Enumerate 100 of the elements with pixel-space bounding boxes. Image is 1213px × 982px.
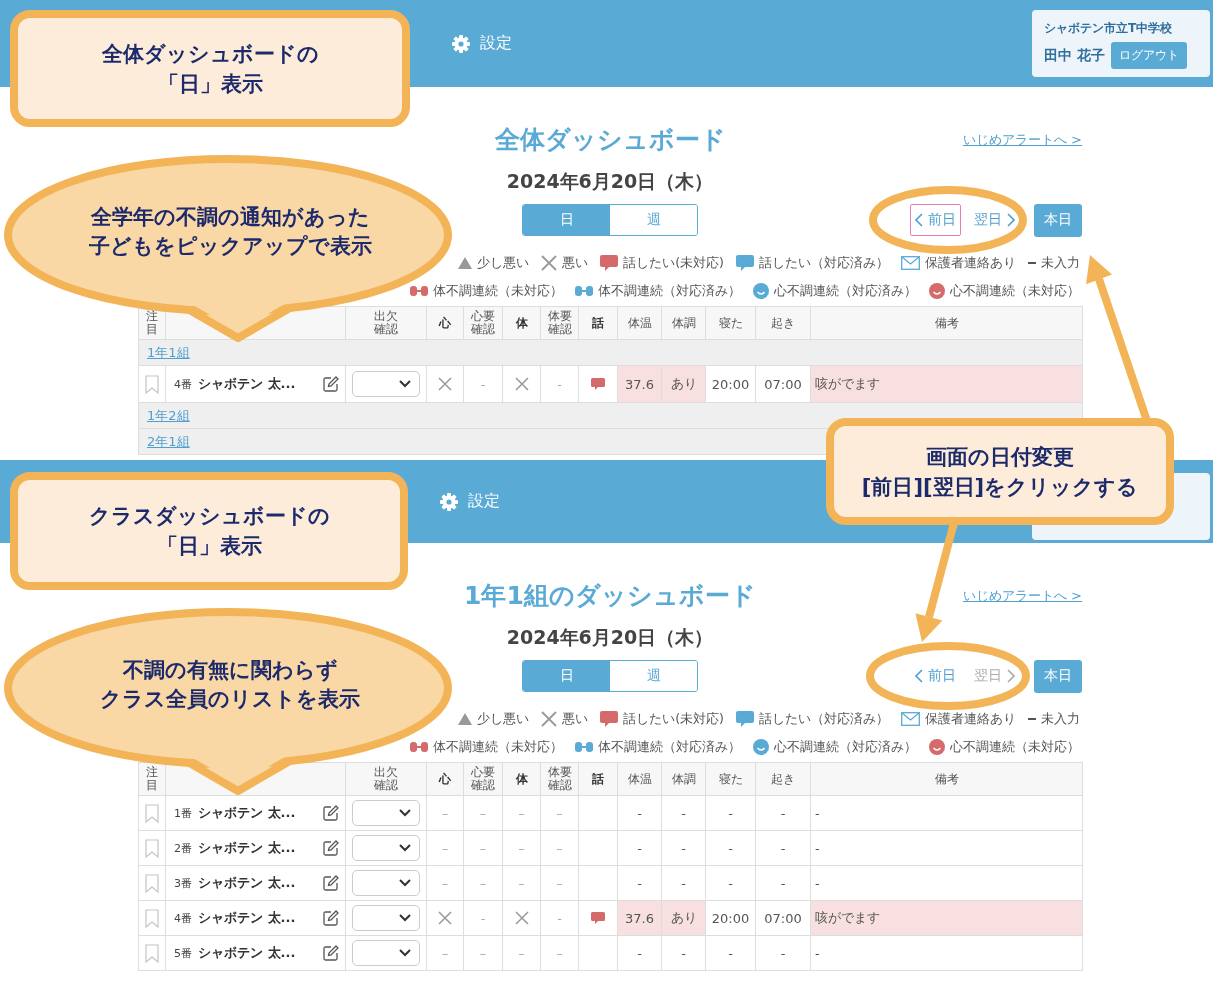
student-name[interactable]: シャボテン 太...: [198, 375, 296, 393]
alert-link[interactable]: いじめアラートへ >: [962, 131, 1082, 149]
gear-icon: [440, 492, 458, 511]
chevron-right-icon: [1007, 213, 1015, 227]
student-name[interactable]: シャボテン 太...: [198, 874, 296, 892]
callout-text: 画面の日付変更: [926, 443, 1074, 471]
callout-text: [前日][翌日]をクリックする: [861, 473, 1139, 501]
chat-icon: [736, 255, 754, 271]
table-cell: –: [426, 830, 464, 866]
table-cell: -: [661, 830, 706, 866]
cross-icon: [514, 377, 529, 391]
bookmark-icon[interactable]: [145, 873, 159, 893]
edit-icon[interactable]: [323, 805, 339, 821]
chat-icon: [591, 378, 605, 390]
column-header: 心: [426, 306, 464, 340]
table-cell: -: [661, 795, 706, 831]
table-cell: –: [463, 935, 503, 971]
class-link[interactable]: 2年1組: [147, 433, 190, 449]
legend-label: 話したい(未対応): [623, 710, 724, 728]
chevron-down-icon: [399, 844, 411, 852]
table-cell: -: [810, 830, 1083, 866]
view-tab[interactable]: 日: [523, 205, 610, 235]
legend-label: 保護者連絡あり: [925, 254, 1016, 272]
today-button[interactable]: 本日: [1034, 659, 1082, 693]
callout-text: 「日」表示: [156, 533, 262, 560]
column-header: 話: [578, 306, 618, 340]
date-heading: 2024年6月20日（木）: [505, 169, 715, 194]
bookmark-icon[interactable]: [145, 374, 159, 394]
table-cell: -: [810, 935, 1083, 971]
edit-icon[interactable]: [323, 840, 339, 856]
legend-label: 体不調連続（対応済み）: [598, 738, 741, 756]
next-day-button[interactable]: 翌日: [969, 204, 1020, 236]
table-cell: -: [755, 795, 811, 831]
previous-day-button[interactable]: 前日: [910, 204, 961, 236]
cross-icon: [541, 255, 558, 271]
edit-icon[interactable]: [323, 875, 339, 891]
column-header: 体温: [617, 306, 662, 340]
table-cell: –: [426, 865, 464, 901]
today-button[interactable]: 本日: [1034, 203, 1082, 237]
table-cell: –: [426, 935, 464, 971]
student-number: 4番: [174, 910, 192, 926]
settings-link[interactable]: 設定: [440, 491, 500, 512]
table-cell: 咳がでます: [810, 365, 1083, 403]
table-cell: -: [463, 900, 503, 936]
column-header: 体調: [661, 306, 706, 340]
table-cell: 咳がでます: [810, 900, 1083, 936]
page-title: 全体ダッシュボード: [494, 124, 726, 156]
bookmark-icon[interactable]: [145, 803, 159, 823]
attendance-select[interactable]: [352, 800, 420, 826]
table-cell: –: [463, 830, 503, 866]
gear-icon: [452, 34, 470, 53]
legend-label: 悪い: [562, 710, 589, 728]
page-title: 1年1組のダッシュボード: [464, 580, 756, 612]
smiley-icon: [929, 283, 945, 299]
table-cell: -: [617, 795, 662, 831]
student-name[interactable]: シャボテン 太...: [198, 909, 296, 927]
view-tab[interactable]: 日: [523, 661, 610, 691]
table-cell: –: [540, 830, 579, 866]
column-header: 備考: [810, 762, 1083, 796]
legend-label: 体不調連続（未対応）: [433, 282, 563, 300]
column-header: 話: [578, 762, 618, 796]
legend-label: 未入力: [1041, 254, 1080, 272]
student-name[interactable]: シャボテン 太...: [198, 944, 296, 962]
attendance-select[interactable]: [352, 905, 420, 931]
chat-icon: [600, 255, 619, 271]
legend-label: 心不調連続（対応済み）: [774, 738, 917, 756]
student-name[interactable]: シャボテン 太...: [198, 804, 296, 822]
legend-label: 心不調連続（未対応）: [950, 282, 1080, 300]
legend-label: 悪い: [562, 254, 589, 272]
table-cell: -: [755, 830, 811, 866]
table-cell: –: [540, 935, 579, 971]
dumbbell-icon: [410, 741, 428, 753]
date-heading: 2024年6月20日（木）: [505, 625, 715, 650]
settings-link[interactable]: 設定: [452, 33, 512, 54]
callout-text: 子どもをピックアップで表示: [88, 233, 372, 260]
attendance-select[interactable]: [352, 870, 420, 896]
student-name[interactable]: シャボテン 太...: [198, 839, 296, 857]
attendance-select[interactable]: [352, 371, 420, 397]
previous-day-button[interactable]: 前日: [910, 660, 961, 692]
bookmark-icon[interactable]: [145, 943, 159, 963]
bookmark-icon[interactable]: [145, 838, 159, 858]
edit-icon[interactable]: [323, 910, 339, 926]
class-link[interactable]: 1年2組: [147, 407, 190, 423]
legend-label: 心不調連続（未対応）: [950, 738, 1080, 756]
bookmark-icon[interactable]: [145, 908, 159, 928]
table-cell: 07:00: [755, 365, 811, 403]
column-header: 心要確認: [463, 306, 503, 340]
attendance-select[interactable]: [352, 835, 420, 861]
chevron-down-icon: [399, 949, 411, 957]
column-header: 備考: [810, 306, 1083, 340]
attendance-select[interactable]: [352, 940, 420, 966]
student-number: 1番: [174, 805, 192, 821]
edit-icon[interactable]: [323, 945, 339, 961]
class-link[interactable]: 1年1組: [147, 344, 190, 360]
school-name: シャボテン市立T中学校: [1044, 20, 1174, 37]
column-header: 出欠確認: [345, 306, 427, 340]
edit-icon[interactable]: [323, 376, 339, 392]
column-header: 心: [426, 762, 464, 796]
logout-button[interactable]: ログアウト: [1110, 42, 1187, 69]
alert-link[interactable]: いじめアラートへ >: [962, 587, 1082, 605]
